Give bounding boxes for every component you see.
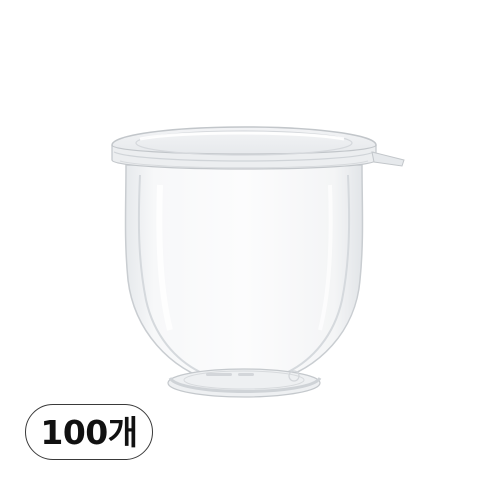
quantity-badge: 100개 <box>25 404 153 460</box>
cup-base <box>167 368 322 398</box>
cup-body <box>124 164 364 383</box>
quantity-label: 100개 <box>40 412 138 452</box>
cup-lid <box>111 126 405 170</box>
